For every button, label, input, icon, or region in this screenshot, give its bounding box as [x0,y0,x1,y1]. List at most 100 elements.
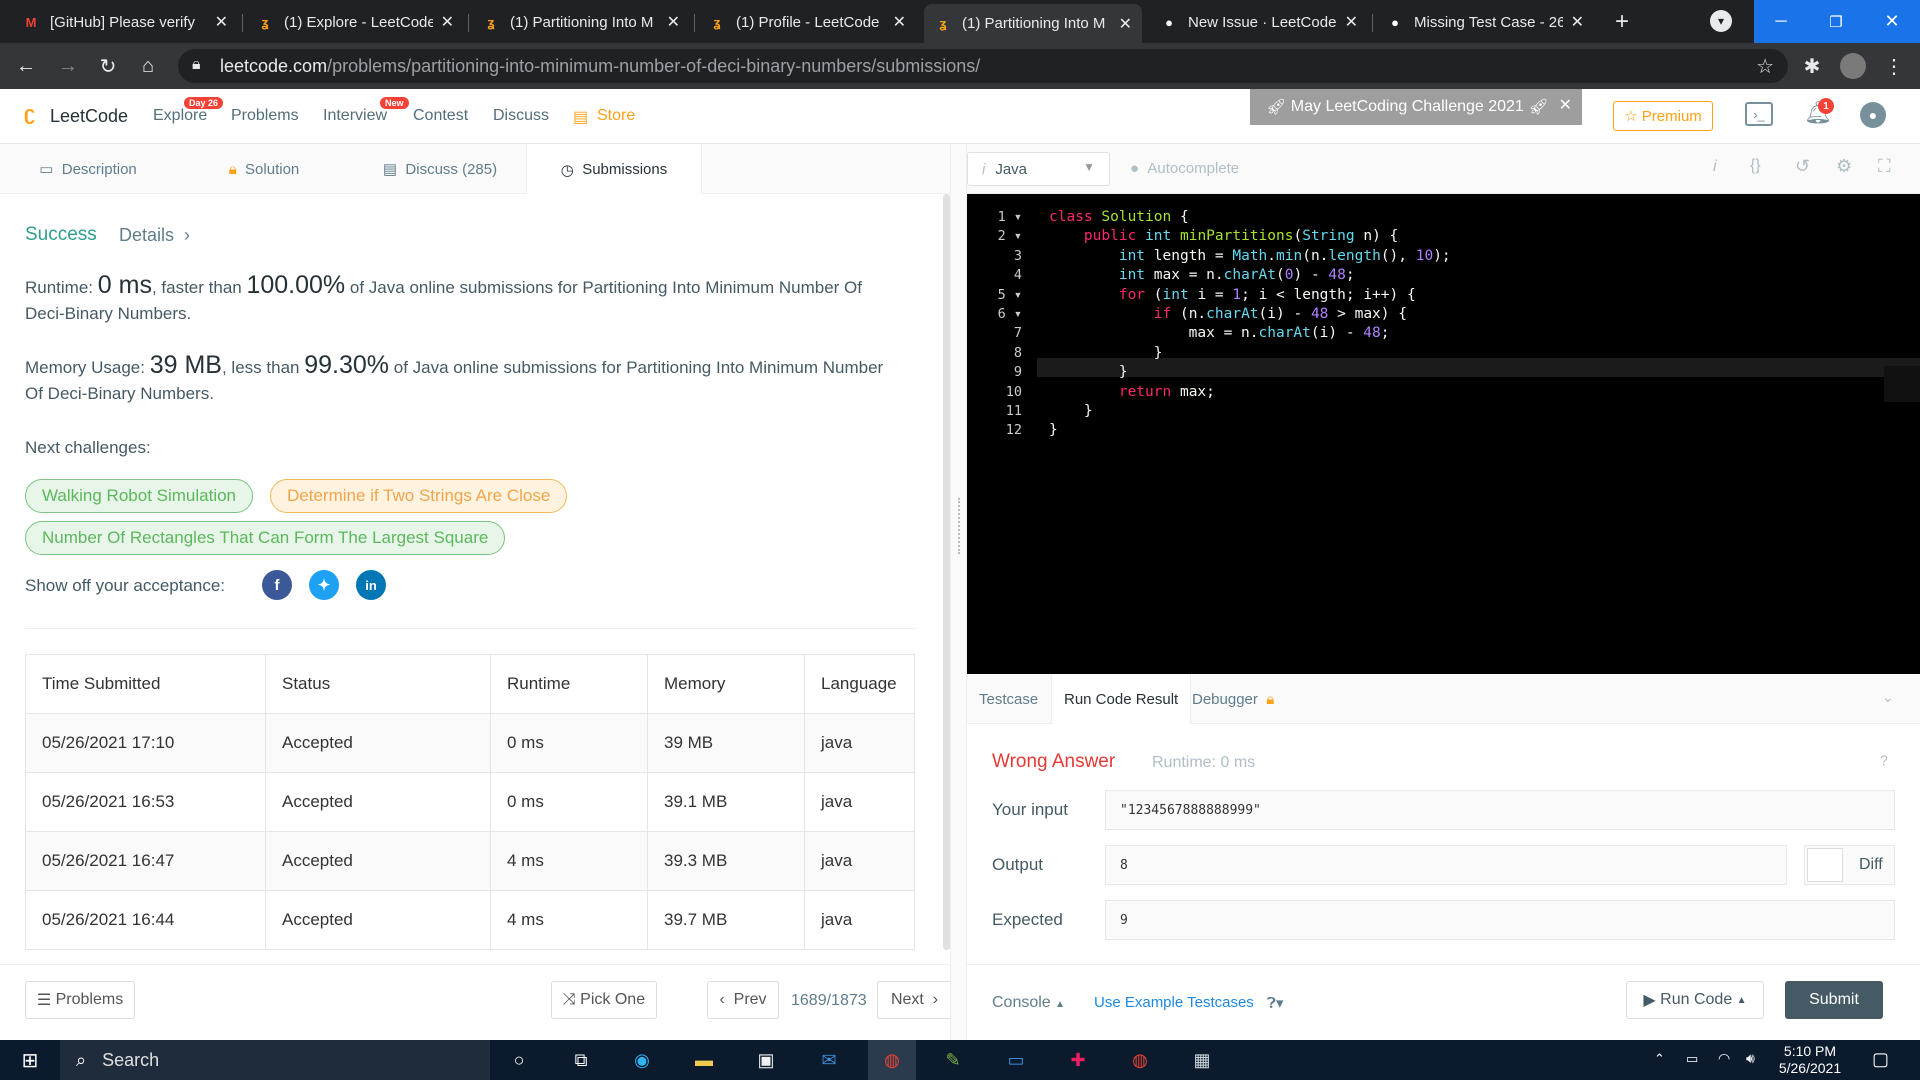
code-line[interactable]: max = n.charAt(i) - 48; [1049,324,1390,343]
status-link[interactable]: Accepted [265,713,491,773]
close-tab-icon[interactable]: ✕ [1345,12,1358,32]
tray-chevron-icon[interactable]: ⌃ [1654,1051,1665,1067]
nav-store[interactable]: Store [597,107,635,125]
close-tab-icon[interactable]: ✕ [215,12,228,32]
back-icon[interactable]: ← [12,52,40,80]
calculator-icon[interactable]: ▦ [1188,1046,1216,1074]
details-link[interactable]: Details › [119,225,190,246]
url-field[interactable]: 🔒︎ leetcode.com/problems/partitioning-in… [178,49,1788,83]
wifi-icon[interactable]: ◠ [1718,1050,1730,1067]
next-button[interactable]: Next › [877,981,952,1019]
diff-toggle[interactable]: Diff [1804,845,1895,885]
close-window-icon[interactable]: ✕ [1864,0,1920,43]
browser-tab[interactable]: ʓ (1) Profile - LeetCode ✕ [698,5,916,39]
reset-icon[interactable]: ↺ [1795,156,1810,177]
browser-tab[interactable]: ʓ (1) Partitioning Into M ✕ [472,5,690,39]
tab-submissions[interactable]: ◷ Submissions [526,144,702,195]
code-line[interactable]: return max; [1049,383,1215,402]
status-link[interactable]: Accepted [265,890,491,950]
code-line[interactable]: int max = n.charAt(0) - 48; [1049,266,1355,285]
file-explorer-icon[interactable]: ▬ [690,1046,718,1074]
scrollbar[interactable] [943,194,950,950]
fullscreen-icon[interactable]: ⛶ [1878,156,1891,177]
store-app-icon[interactable]: ▣ [752,1046,780,1074]
info-icon[interactable]: i [1713,158,1717,176]
volume-icon[interactable]: 🔊︎ [1746,1050,1755,1067]
collapse-chevron-icon[interactable]: ⌄ [1882,689,1894,706]
code-line[interactable]: class Solution { [1049,208,1189,227]
braces-icon[interactable]: {} [1750,157,1761,175]
playground-icon[interactable]: ›_ [1745,102,1773,126]
tab-search-icon[interactable]: ▾ [1710,10,1732,32]
edge-icon[interactable]: ◉ [628,1046,656,1074]
browser-tab-active[interactable]: ʓ (1) Partitioning Into M ✕ [924,4,1142,43]
challenge-chip[interactable]: Number Of Rectangles That Can Form The L… [25,521,506,555]
leetcode-logo[interactable]: LeetCode [50,106,128,127]
help-icon[interactable]: ? [1880,752,1888,768]
desktop-app-icon[interactable]: ▭ [1002,1046,1030,1074]
restore-icon[interactable]: ❐ [1808,0,1864,43]
code-area[interactable]: class Solution { public int minPartition… [1037,194,1920,674]
submit-button[interactable]: Submit [1785,981,1883,1019]
challenge-banner[interactable]: 🚀︎ May LeetCoding Challenge 2021 🚀︎ ✕ [1250,89,1582,125]
twitter-icon[interactable]: ✦ [309,570,339,600]
extensions-icon[interactable]: ✱ [1798,52,1826,80]
reload-icon[interactable]: ↻ [94,52,122,80]
battery-icon[interactable]: ▭ [1686,1051,1698,1067]
code-line[interactable]: for (int i = 1; i < length; i++) { [1049,286,1416,305]
help-dropdown-icon[interactable]: ❓︎▾ [1267,994,1284,1012]
code-line[interactable]: int length = Math.min(n.length(), 10); [1049,247,1451,266]
windows-start-icon[interactable]: ⊞ [16,1046,44,1074]
challenge-chip[interactable]: Walking Robot Simulation [25,479,254,513]
pick-one-button[interactable]: ⤨ Pick One [551,981,657,1019]
browser-tab[interactable]: M [GitHub] Please verify ✕ [12,5,238,39]
challenge-chip[interactable]: Determine if Two Strings Are Close [270,479,568,513]
facebook-icon[interactable]: f [262,570,292,600]
chrome-profile-icon[interactable]: ◍ [1126,1046,1154,1074]
slack-icon[interactable]: ✚ [1064,1046,1092,1074]
new-tab-button[interactable]: + [1608,8,1636,36]
task-view-icon[interactable]: ⧉ [567,1046,595,1074]
close-tab-icon[interactable]: ✕ [441,12,454,32]
console-toggle[interactable]: Console ▲ [992,994,1065,1012]
home-icon[interactable]: ⌂ [134,52,162,80]
nav-interview[interactable]: Interview [323,107,387,125]
store-icon[interactable]: ▤ [573,107,588,127]
run-code-button[interactable]: ▶ Run Code ▲ [1626,981,1764,1019]
code-line[interactable]: } [1049,402,1093,421]
use-example-testcases-link[interactable]: Use Example Testcases [1094,994,1254,1011]
nav-contest[interactable]: Contest [413,107,468,125]
close-tab-icon[interactable]: ✕ [893,12,906,32]
code-editor[interactable]: 1 ▾ 2 ▾ 3 4 5 ▾ 6 ▾ 7 8 9 10 11 12 class Sol… [967,194,1920,674]
nav-explore[interactable]: Explore [153,107,207,125]
browser-tab[interactable]: ● New Issue · LeetCode ✕ [1150,5,1368,39]
bookmark-star-icon[interactable]: ☆ [1756,54,1774,79]
pane-splitter[interactable] [950,144,967,1040]
notepad-icon[interactable]: ✎ [939,1046,967,1074]
autocomplete-toggle[interactable]: ● Autocomplete [1130,160,1239,177]
drag-handle-icon[interactable] [958,498,960,554]
status-link[interactable]: Accepted [265,831,491,891]
tab-discuss[interactable]: ▤ Discuss (285) [352,144,528,194]
tab-run-code-result[interactable]: Run Code Result [1051,674,1192,725]
premium-button[interactable]: ☆ Premium [1613,101,1713,131]
close-tab-icon[interactable]: ✕ [1571,12,1584,32]
tab-solution[interactable]: 🔒︎ Solution [176,144,352,194]
problems-button[interactable]: ☰ Problems [25,981,135,1019]
code-line[interactable]: } [1049,344,1163,363]
profile-avatar[interactable] [1840,53,1866,79]
copy-icon[interactable] [1884,366,1920,402]
code-line[interactable]: public int minPartitions(String n) { [1049,227,1398,246]
cortana-icon[interactable]: ○ [505,1046,533,1074]
user-avatar-icon[interactable]: ● [1860,102,1886,128]
close-tab-icon[interactable]: ✕ [1119,14,1132,34]
forward-icon[interactable]: → [54,52,82,80]
menu-kebab-icon[interactable]: ⋮ [1880,52,1908,80]
mail-icon[interactable]: ✉ [815,1046,843,1074]
linkedin-icon[interactable]: in [356,570,386,600]
browser-tab[interactable]: ● Missing Test Case - 26 ✕ [1376,5,1594,39]
nav-problems[interactable]: Problems [231,107,299,125]
taskbar-clock[interactable]: 5:10 PM 5/26/2021 [1774,1043,1846,1077]
taskbar-search[interactable]: ⌕ Search [60,1040,490,1080]
code-line[interactable]: } [1049,421,1058,440]
